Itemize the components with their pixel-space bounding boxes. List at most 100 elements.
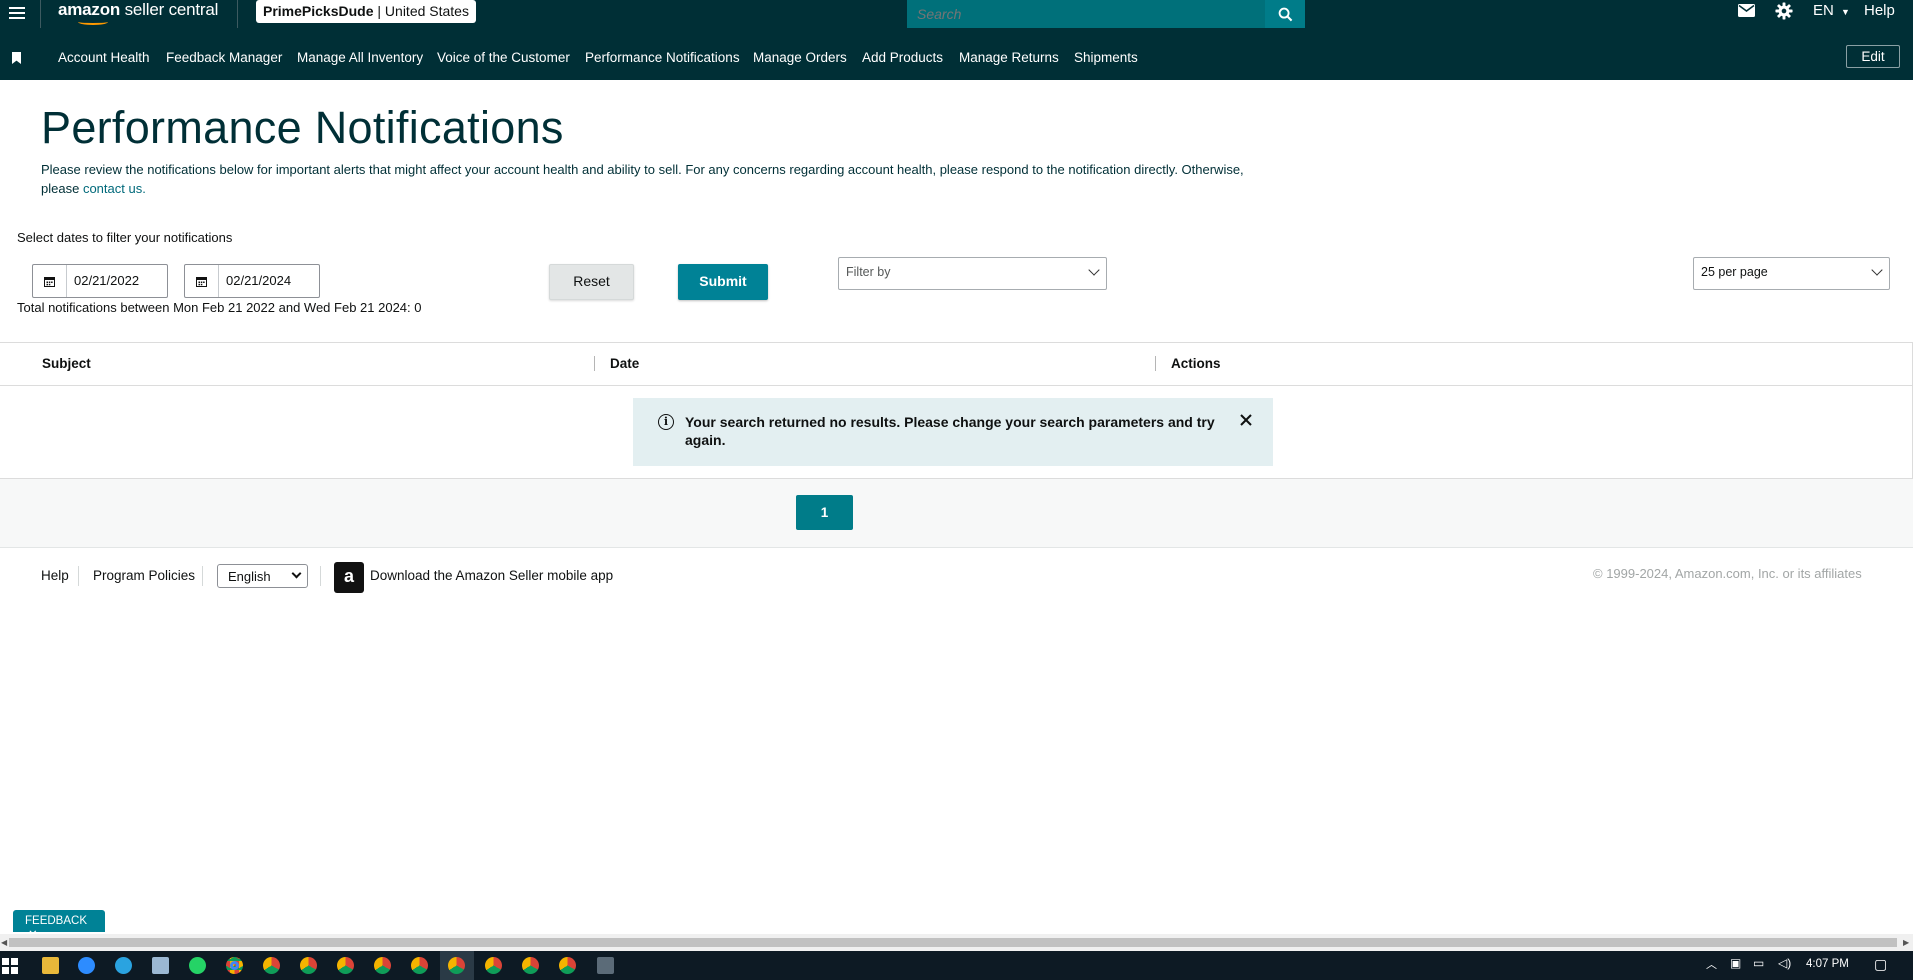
- column-divider: [1155, 356, 1156, 371]
- mail-icon[interactable]: [1738, 4, 1755, 21]
- nav-item-manage-returns[interactable]: Manage Returns: [959, 50, 1059, 65]
- chrome-icon[interactable]: [374, 957, 391, 974]
- top-header: amazon seller central PrimePicksDude | U…: [0, 0, 1913, 28]
- notepad-icon[interactable]: [152, 957, 169, 974]
- whatsapp-icon[interactable]: [189, 957, 206, 974]
- chrome-icon[interactable]: [522, 957, 539, 974]
- column-header-date[interactable]: Date: [610, 356, 639, 371]
- calculator-icon[interactable]: [597, 957, 614, 974]
- nav-item-shipments[interactable]: Shipments: [1074, 50, 1138, 65]
- chrome-icon[interactable]: [300, 957, 317, 974]
- nav-item-feedback-manager[interactable]: Feedback Manager: [166, 50, 282, 65]
- marketplace-name: United States: [384, 3, 469, 19]
- info-icon: i: [658, 414, 674, 430]
- total-notifications-text: Total notifications between Mon Feb 21 2…: [17, 300, 422, 315]
- chevron-down-icon: [291, 568, 302, 579]
- program-policies-link[interactable]: Program Policies: [93, 568, 195, 583]
- chevron-down-icon: [1088, 264, 1100, 276]
- notifications-icon[interactable]: ▢: [1874, 956, 1887, 973]
- start-date-value: 02/21/2022: [74, 273, 140, 288]
- end-date-value: 02/21/2024: [226, 273, 292, 288]
- contact-us-link[interactable]: contact us.: [83, 181, 146, 196]
- chrome-icon[interactable]: [263, 957, 280, 974]
- amazon-app-icon[interactable]: a: [334, 562, 364, 593]
- start-date-field[interactable]: 02/21/2022: [32, 264, 168, 298]
- windows-start-icon[interactable]: [2, 958, 18, 974]
- edit-nav-button[interactable]: Edit: [1846, 45, 1900, 68]
- per-page-value: 25 per page: [1701, 265, 1768, 279]
- footer-language-select[interactable]: English: [217, 564, 308, 588]
- pagination-bar: 1: [0, 479, 1913, 548]
- volume-icon[interactable]: ◁): [1778, 956, 1791, 970]
- end-date-field[interactable]: 02/21/2024: [184, 264, 320, 298]
- download-app-link[interactable]: Download the Amazon Seller mobile app: [370, 568, 613, 583]
- nav-item-account-health[interactable]: Account Health: [58, 50, 150, 65]
- search-input[interactable]: [907, 0, 1265, 28]
- nav-item-performance-notifications[interactable]: Performance Notifications: [585, 50, 740, 65]
- logo-smile-icon: [78, 19, 108, 25]
- telegram-icon[interactable]: [115, 957, 132, 974]
- language-switcher[interactable]: EN ▼: [1813, 2, 1850, 19]
- reset-button[interactable]: Reset: [549, 264, 634, 300]
- chrome-icon[interactable]: [559, 957, 576, 974]
- filter-by-select[interactable]: Filter by: [838, 257, 1107, 290]
- chrome-icon[interactable]: [485, 957, 502, 974]
- intro-text: Please review the notifications below fo…: [41, 162, 1244, 196]
- taskbar-clock[interactable]: 4:07 PM: [1806, 958, 1849, 970]
- network-icon[interactable]: ▭: [1753, 956, 1764, 970]
- nav-item-manage-orders[interactable]: Manage Orders: [753, 50, 847, 65]
- no-results-message: Your search returned no results. Please …: [685, 414, 1215, 448]
- nav-item-add-products[interactable]: Add Products: [862, 50, 943, 65]
- column-divider: [594, 356, 595, 371]
- language-label: EN: [1813, 2, 1834, 19]
- zoom-icon[interactable]: [78, 957, 95, 974]
- search-box: [907, 0, 1266, 28]
- footer-help-link[interactable]: Help: [41, 568, 69, 583]
- header-divider: [40, 0, 41, 28]
- horizontal-scrollbar[interactable]: ◀ ▶: [0, 934, 1913, 951]
- help-link[interactable]: Help: [1864, 2, 1895, 19]
- feedback-label: FEEDBACK: [25, 915, 87, 927]
- search-button[interactable]: [1265, 0, 1305, 28]
- menu-icon[interactable]: [9, 4, 25, 24]
- meet-now-icon[interactable]: ▣: [1730, 956, 1741, 970]
- account-switcher[interactable]: PrimePicksDude | United States: [256, 0, 476, 23]
- footer-divider: [78, 566, 79, 586]
- scroll-left-icon[interactable]: ◀: [1, 938, 7, 947]
- no-results-alert: i Your search returned no results. Pleas…: [633, 398, 1273, 466]
- date-filter-label: Select dates to filter your notification…: [17, 230, 233, 245]
- submit-button[interactable]: Submit: [678, 264, 768, 300]
- page-title: Performance Notifications: [41, 102, 564, 153]
- chrome-icon[interactable]: [337, 957, 354, 974]
- chrome-icon[interactable]: [226, 957, 243, 974]
- seller-central-logo[interactable]: amazon seller central: [58, 0, 219, 25]
- feedback-tab[interactable]: FEEDBACK ✕: [13, 910, 105, 941]
- nav-item-manage-all-inventory[interactable]: Manage All Inventory: [297, 50, 423, 65]
- footer-divider: [320, 566, 321, 586]
- scrollbar-thumb[interactable]: [9, 938, 1897, 947]
- table-header: Subject Date Actions: [0, 343, 1912, 386]
- chevron-down-icon: [1871, 264, 1883, 276]
- chevron-up-icon[interactable]: ︿: [1706, 956, 1717, 972]
- chrome-icon[interactable]: [411, 957, 428, 974]
- calendar-icon[interactable]: [185, 265, 219, 297]
- scroll-right-icon[interactable]: ▶: [1903, 938, 1909, 947]
- footer-language-value: English: [228, 569, 271, 584]
- nav-bar: Account Health Feedback Manager Manage A…: [0, 28, 1913, 80]
- logo-product: seller central: [124, 0, 219, 19]
- nav-item-voice-of-the-customer[interactable]: Voice of the Customer: [437, 50, 570, 65]
- page-button[interactable]: 1: [796, 495, 853, 530]
- logo-brand: amazon: [58, 0, 121, 19]
- close-icon[interactable]: [1239, 413, 1255, 431]
- chrome-icon[interactable]: [448, 957, 465, 974]
- account-name: PrimePicksDude: [263, 3, 374, 19]
- column-header-actions: Actions: [1171, 356, 1221, 371]
- bookmark-icon[interactable]: [12, 52, 21, 64]
- copyright-text: © 1999-2024, Amazon.com, Inc. or its aff…: [1593, 566, 1862, 581]
- filter-by-placeholder: Filter by: [846, 265, 891, 279]
- gear-icon[interactable]: [1775, 2, 1793, 24]
- calendar-icon[interactable]: [33, 265, 67, 297]
- column-header-subject[interactable]: Subject: [42, 356, 91, 371]
- file-explorer-icon[interactable]: [42, 957, 59, 974]
- per-page-select[interactable]: 25 per page: [1693, 257, 1890, 290]
